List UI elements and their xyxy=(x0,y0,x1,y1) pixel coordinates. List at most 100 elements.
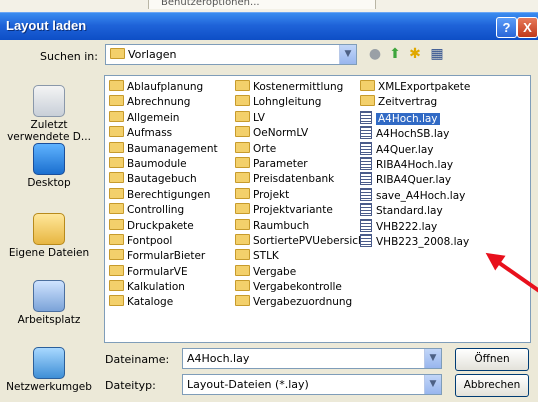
filetype-label: Dateityp: xyxy=(105,379,156,392)
layout-file-icon xyxy=(360,110,372,124)
folder-name: Kalkulation xyxy=(127,281,185,294)
folder-name: OeNormLV xyxy=(253,127,309,140)
list-item[interactable]: Preisdatenbank xyxy=(235,172,369,187)
back-icon[interactable]: ● xyxy=(366,45,384,63)
list-item[interactable]: XMLExportpakete xyxy=(360,80,470,95)
chevron-down-icon[interactable]: ▼ xyxy=(339,45,356,64)
folder-name: Orte xyxy=(253,142,277,155)
list-item[interactable]: Allgemein xyxy=(109,110,218,126)
folder-name: SortiertePVUebersicht xyxy=(253,234,369,247)
file-name: A4Hoch.lay xyxy=(376,112,440,125)
list-item[interactable]: Abrechnung xyxy=(109,95,218,110)
filename-combobox[interactable]: A4Hoch.lay ▼ xyxy=(182,348,442,369)
list-item[interactable]: Kataloge xyxy=(109,295,218,310)
dialog-titlebar[interactable]: Layout laden ? X xyxy=(0,12,538,40)
file-list[interactable]: Ablaufplanung Abrechnung Allgemein Aufma… xyxy=(104,75,531,343)
list-item[interactable]: OeNormLV xyxy=(235,126,369,141)
list-item[interactable]: Baumanagement xyxy=(109,141,218,157)
close-button[interactable]: X xyxy=(517,17,538,38)
folder-name: Baumodule xyxy=(127,157,187,170)
folder-name: Lohngleitung xyxy=(253,96,322,109)
folder-name: XMLExportpakete xyxy=(378,81,471,93)
layout-file-icon xyxy=(360,172,372,186)
list-item[interactable]: Berechtigungen xyxy=(109,187,218,203)
list-item[interactable]: Vergabekontrolle xyxy=(235,280,369,295)
layout-file-icon xyxy=(360,218,372,232)
list-item[interactable]: Projekt xyxy=(235,187,369,203)
list-item[interactable]: Kalkulation xyxy=(109,280,218,295)
folder-icon xyxy=(109,264,124,276)
place-mydocs[interactable]: Eigene Dateien xyxy=(0,213,98,259)
list-item[interactable]: Orte xyxy=(235,141,369,157)
file-name: save_A4Hoch.lay xyxy=(376,189,466,202)
folder-name: Berechtigungen xyxy=(127,188,211,201)
list-item[interactable]: LV xyxy=(235,110,369,126)
folder-icon xyxy=(109,233,124,245)
folder-name: FormularVE xyxy=(127,265,188,278)
lookin-combobox[interactable]: Vorlagen ▼ xyxy=(105,44,357,65)
list-item[interactable]: Aufmass xyxy=(109,126,218,141)
list-item[interactable]: Fontpool xyxy=(109,233,218,249)
folder-icon xyxy=(109,249,124,261)
background-app-strip: Benutzeroptionen... xyxy=(0,0,538,12)
folder-name: Ablaufplanung xyxy=(127,81,204,93)
folder-icon xyxy=(109,203,124,215)
folder-icon xyxy=(235,295,250,307)
list-item[interactable]: VHB222.lay xyxy=(360,218,470,234)
list-item[interactable]: RIBA4Quer.lay xyxy=(360,172,470,187)
filetype-combobox[interactable]: Layout-Dateien (*.lay) ▼ xyxy=(182,374,442,395)
list-item[interactable]: Baumodule xyxy=(109,156,218,172)
list-item[interactable]: Vergabe xyxy=(235,264,369,280)
list-item[interactable]: VHB223_2008.lay xyxy=(360,233,470,249)
up-folder-icon[interactable]: ⬆ xyxy=(386,45,404,63)
list-item[interactable]: RIBA4Hoch.lay xyxy=(360,156,470,172)
open-button[interactable]: Öffnen xyxy=(455,348,529,371)
folder-icon xyxy=(109,141,124,153)
list-item[interactable]: Druckpakete xyxy=(109,218,218,234)
place-recent[interactable]: Zuletzt verwendete D... xyxy=(0,85,98,143)
filetype-value: Layout-Dateien (*.lay) xyxy=(187,378,309,391)
folder-name: Raumbuch xyxy=(253,219,310,232)
file-name: A4Quer.lay xyxy=(376,143,434,156)
list-item[interactable]: FormularBieter xyxy=(109,249,218,264)
chevron-down-icon[interactable]: ▼ xyxy=(424,375,441,394)
help-button[interactable]: ? xyxy=(496,17,517,38)
list-item[interactable]: SortiertePVUebersicht xyxy=(235,233,369,249)
list-item[interactable]: Vergabezuordnung xyxy=(235,295,369,310)
list-item[interactable]: A4HochSB.lay xyxy=(360,126,470,141)
new-folder-icon[interactable]: ✱ xyxy=(406,45,424,63)
file-name: Standard.lay xyxy=(376,205,443,218)
place-network[interactable]: Netzwerkumgeb xyxy=(0,347,98,393)
list-item[interactable]: Ablaufplanung xyxy=(109,80,218,95)
list-item-selected[interactable]: A4Hoch.lay xyxy=(360,110,470,126)
chevron-down-icon[interactable]: ▼ xyxy=(424,349,441,368)
list-item[interactable]: Bautagebuch xyxy=(109,172,218,187)
recent-documents-icon xyxy=(33,85,65,117)
folder-icon xyxy=(109,187,124,199)
folder-name: Vergabekontrolle xyxy=(253,281,342,294)
folder-icon xyxy=(109,295,124,307)
place-mycomputer[interactable]: Arbeitsplatz xyxy=(0,280,98,326)
list-item[interactable]: A4Quer.lay xyxy=(360,141,470,157)
file-name: RIBA4Quer.lay xyxy=(376,174,452,187)
folder-icon xyxy=(235,249,250,261)
folder-name: Projekt xyxy=(253,188,290,201)
folder-name: Abrechnung xyxy=(127,96,191,109)
list-item[interactable]: Projektvariante xyxy=(235,203,369,218)
list-item[interactable]: Lohngleitung xyxy=(235,95,369,110)
list-item[interactable]: Standard.lay xyxy=(360,203,470,218)
list-item[interactable]: Zeitvertrag xyxy=(360,95,470,110)
list-item[interactable]: Parameter xyxy=(235,156,369,172)
list-item[interactable]: Kostenermittlung xyxy=(235,80,369,95)
list-item[interactable]: STLK xyxy=(235,249,369,264)
list-item[interactable]: Raumbuch xyxy=(235,218,369,234)
list-item[interactable]: Controlling xyxy=(109,203,218,218)
folder-icon xyxy=(109,218,124,230)
folder-icon xyxy=(109,172,124,184)
list-item[interactable]: FormularVE xyxy=(109,264,218,280)
list-item[interactable]: save_A4Hoch.lay xyxy=(360,187,470,203)
cancel-button[interactable]: Abbrechen xyxy=(455,374,529,397)
view-menu-icon[interactable]: ▦ xyxy=(428,45,446,63)
place-desktop[interactable]: Desktop xyxy=(0,143,98,189)
folder-icon xyxy=(235,218,250,230)
